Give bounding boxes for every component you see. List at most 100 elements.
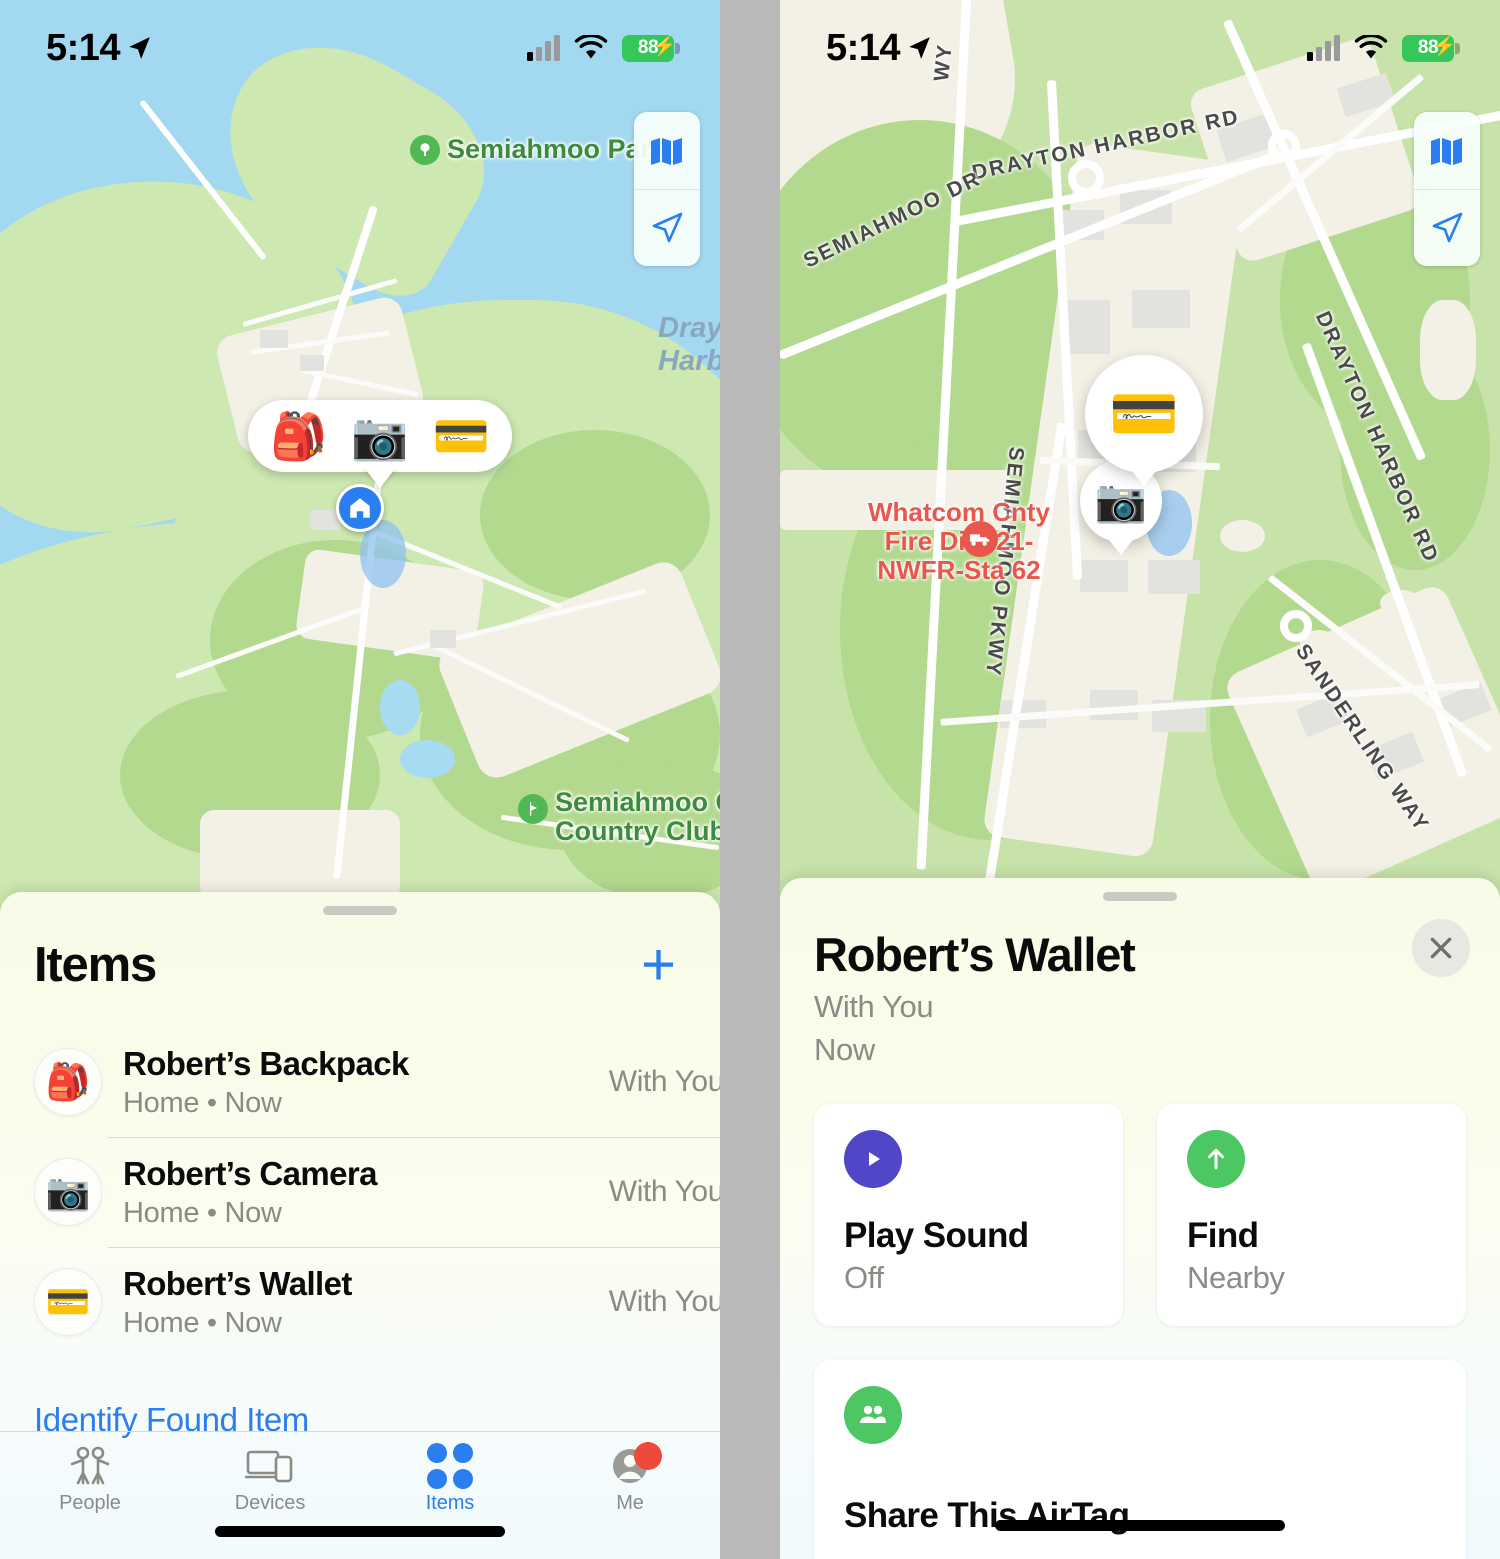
status-bar-left: 5:14 88 ⚡: [0, 0, 720, 96]
poi-label-line3: NWFR-Sta 62: [877, 555, 1041, 586]
fire-truck-icon: [962, 521, 998, 557]
locate-me-button[interactable]: [634, 189, 700, 266]
battery-indicator: 88 ⚡: [622, 34, 680, 62]
notification-badge: [634, 1442, 662, 1470]
tab-label: Devices: [234, 1492, 306, 1514]
cellular-bars-icon: [527, 35, 560, 61]
item-subtitle: Home • Now: [123, 1196, 282, 1229]
poi-semiahmoo-golf[interactable]: Semiahmoo Gol Country Club: [518, 787, 720, 847]
items-sheet: Items + 🎒 Robert’s Backpack Home • Now W…: [0, 892, 720, 1559]
item-name: Robert’s Wallet: [123, 1264, 352, 1302]
poi-label-line1: Whatcom Cnty: [868, 497, 1050, 527]
screenshot-stage: Semiahmoo Park Semiahmoo Gol Country Clu…: [0, 0, 1500, 1559]
water-label-drayton-harbor: Drayt Harb: [658, 312, 720, 379]
devices-icon: [245, 1450, 293, 1483]
charging-bolt-icon: ⚡: [652, 35, 677, 57]
tab-label: People: [59, 1492, 121, 1514]
sheet-grabber[interactable]: [323, 906, 397, 915]
arrow-up-icon: [1187, 1130, 1245, 1188]
status-bar-right: 5:14 88 ⚡: [780, 0, 1500, 96]
credit-card-icon: 💳: [1109, 382, 1179, 445]
home-indicator[interactable]: [215, 1526, 505, 1537]
list-item[interactable]: 🎒 Robert’s Backpack Home • Now With You: [0, 1027, 720, 1137]
play-icon: [844, 1130, 902, 1188]
two-people-icon: [844, 1386, 902, 1444]
map-type-button[interactable]: [1414, 112, 1480, 189]
status-time: 5:14: [46, 26, 121, 69]
find-card[interactable]: Find Nearby: [1157, 1104, 1466, 1326]
items-grid-icon: [427, 1443, 473, 1489]
item-subtitle: Home • Now: [123, 1306, 282, 1339]
detail-timestamp: Now: [814, 1032, 875, 1067]
panel-divider: [720, 0, 780, 1559]
card-title: Play Sound: [844, 1216, 1029, 1255]
right-phone-screen: WY DRAYTON HARBOR RD SEMIAHMOO DR SEMIAH…: [780, 0, 1500, 1559]
poi-fire-station[interactable]: Whatcom Cnty Fire Dist 21- NWFR-Sta 62: [794, 497, 1124, 586]
backpack-icon[interactable]: 🎒: [270, 413, 327, 459]
map-controls-right: [1414, 112, 1480, 266]
map-controls-left: [634, 112, 700, 266]
card-subtitle: Nearby: [1187, 1260, 1285, 1295]
backpack-icon: 🎒: [34, 1048, 102, 1116]
tab-label: Items: [425, 1492, 475, 1514]
poi-semiahmoo-park[interactable]: Semiahmoo Park: [410, 134, 666, 165]
charging-bolt-icon: ⚡: [1432, 35, 1457, 57]
house-icon: [350, 498, 370, 518]
home-indicator[interactable]: [995, 1520, 1285, 1531]
tab-devices[interactable]: Devices: [180, 1446, 360, 1515]
item-subtitle: Home • Now: [123, 1086, 282, 1119]
poi-label-line2: Country Club: [555, 816, 720, 847]
action-cards: Play Sound Off Find Nearby: [780, 1068, 1500, 1326]
home-marker[interactable]: [336, 484, 384, 532]
tab-me[interactable]: Me: [540, 1442, 720, 1515]
items-list: 🎒 Robert’s Backpack Home • Now With You …: [0, 1027, 720, 1357]
golf-flag-icon: [518, 794, 548, 824]
tree-icon: [410, 134, 440, 165]
detail-status: With You: [814, 989, 934, 1024]
credit-card-icon[interactable]: 💳: [433, 413, 490, 459]
wallet-pin[interactable]: 💳: [1085, 355, 1203, 473]
poi-label-line1: Semiahmoo Gol: [555, 787, 720, 817]
water-label-line2: Harb: [658, 345, 720, 378]
card-title: Find: [1187, 1216, 1259, 1255]
water-label-line1: Drayt: [658, 312, 720, 344]
map-type-button[interactable]: [634, 112, 700, 189]
tab-label: Me: [616, 1492, 644, 1514]
status-badge: With You: [608, 1175, 720, 1208]
status-badge: With You: [608, 1065, 720, 1098]
list-item[interactable]: 💳 Robert’s Wallet Home • Now With You: [0, 1247, 720, 1357]
location-arrow-icon: [129, 37, 150, 59]
camera-icon[interactable]: 📷: [351, 413, 408, 459]
poi-label-line2: Fire Dist 21-: [884, 526, 1034, 557]
wifi-icon: [1354, 35, 1388, 59]
grouped-items-marker[interactable]: 🎒 📷 💳: [248, 400, 512, 488]
item-name: Robert’s Backpack: [123, 1044, 409, 1082]
close-icon: [1430, 937, 1452, 959]
item-name: Robert’s Camera: [123, 1154, 377, 1192]
people-icon: [70, 1446, 110, 1485]
card-subtitle: Off: [844, 1260, 884, 1295]
credit-card-icon: 💳: [34, 1268, 102, 1336]
tab-people[interactable]: People: [0, 1446, 180, 1515]
camera-icon: 📷: [34, 1158, 102, 1226]
wifi-icon: [574, 35, 608, 59]
list-item[interactable]: 📷 Robert’s Camera Home • Now With You: [0, 1137, 720, 1247]
sheet-header: Items +: [0, 915, 720, 995]
page-title: Items: [34, 938, 157, 992]
play-sound-card[interactable]: Play Sound Off: [814, 1104, 1123, 1326]
status-time: 5:14: [826, 26, 901, 69]
sheet-grabber[interactable]: [1103, 892, 1177, 901]
left-phone-screen: Semiahmoo Park Semiahmoo Gol Country Clu…: [0, 0, 720, 1559]
location-arrow-icon: [909, 37, 930, 59]
add-item-button[interactable]: +: [631, 935, 686, 995]
tab-bar: People Devices Items Me: [0, 1431, 720, 1559]
page-title: Robert’s Wallet: [814, 928, 1136, 981]
locate-me-button[interactable]: [1414, 189, 1480, 266]
cellular-bars-icon: [1307, 35, 1340, 61]
detail-header: Robert’s Wallet With You Now: [780, 901, 1500, 1068]
item-detail-sheet: Robert’s Wallet With You Now Play Sound …: [780, 878, 1500, 1559]
close-button[interactable]: [1412, 919, 1470, 977]
status-badge: With You: [608, 1285, 720, 1318]
battery-indicator: 88 ⚡: [1402, 34, 1460, 62]
tab-items[interactable]: Items: [360, 1443, 540, 1515]
